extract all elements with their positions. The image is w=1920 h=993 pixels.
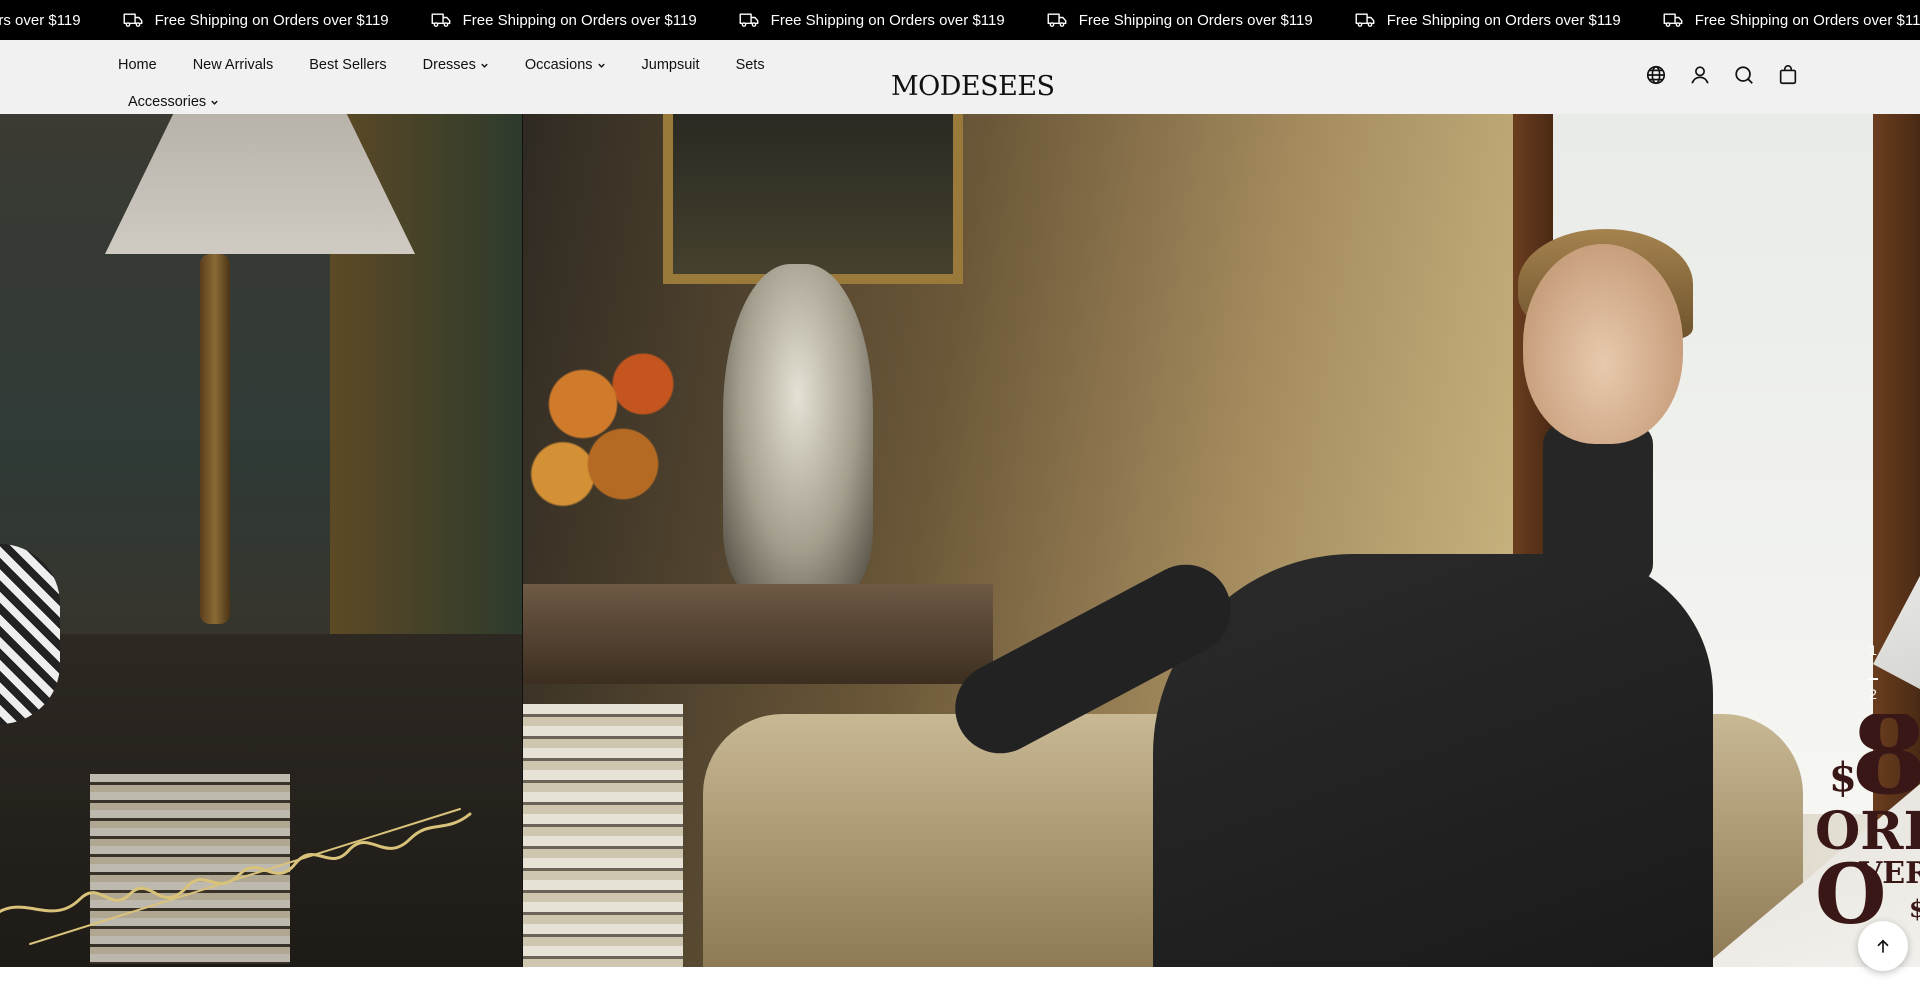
nav-item-label: Home	[118, 57, 157, 73]
nav-item-accessories[interactable]: Accessories	[128, 94, 219, 110]
nav-item-label: Best Sellers	[309, 57, 387, 73]
account-icon[interactable]	[1689, 64, 1711, 86]
nav-item-label: Accessories	[128, 94, 207, 110]
nav-item-home[interactable]: Home	[118, 57, 157, 73]
arrow-up-icon	[1877, 939, 1889, 953]
model-face-image	[1523, 244, 1683, 444]
wall-painting-image	[663, 114, 963, 284]
vase-lamp-image	[723, 264, 873, 594]
model-turtleneck-image	[1543, 424, 1653, 584]
pager-item-2[interactable]: 2	[1862, 686, 1884, 706]
header-actions	[1645, 64, 1821, 86]
truck-icon	[123, 13, 143, 27]
hero-slide-active[interactable]	[523, 114, 1920, 967]
back-to-top-button[interactable]	[1858, 921, 1908, 971]
chevron-down-icon	[597, 63, 605, 68]
nav-item-label: Jumpsuit	[641, 57, 700, 73]
side-table-image	[523, 584, 993, 684]
nav-item-dresses[interactable]: Dresses	[423, 57, 489, 73]
announcement-text: Free Shipping on Orders over $119	[462, 11, 697, 29]
hero-carousel[interactable]: $ 80 ORD VER O $ 1 2	[0, 114, 1920, 967]
chevron-down-icon	[211, 100, 218, 105]
announcement-text: Free Shipping on Orders over $119	[1078, 11, 1313, 29]
chevron-down-icon	[481, 63, 488, 68]
nav-item-sets[interactable]: Sets	[736, 57, 765, 73]
flowers-image	[523, 324, 723, 524]
nav-item-label: Dresses	[422, 57, 476, 73]
nav-item-jumpsuit[interactable]: Jumpsuit	[642, 57, 700, 73]
nav-row-primary: Home New Arrivals Best Sellers Dresses Occas…	[118, 48, 818, 82]
nav-item-occasions[interactable]: Occasions	[525, 57, 606, 73]
announcement-text: Free Shipping on Orders over $119	[1694, 11, 1920, 29]
promo-overlay: $ 80 ORD VER O $	[1815, 714, 1920, 934]
truck-icon	[1047, 13, 1067, 27]
truck-icon	[1355, 13, 1375, 27]
globe-icon[interactable]	[1645, 64, 1667, 86]
announcement-item: ers over $119	[0, 12, 81, 29]
announcement-text: Free Shipping on Orders over $119	[154, 11, 389, 29]
cart-icon[interactable]	[1777, 64, 1799, 86]
announcement-item: Free Shipping on Orders over $119	[123, 12, 389, 29]
search-icon[interactable]	[1733, 64, 1755, 86]
promo-line4: $	[1909, 894, 1920, 923]
model-dress-image	[1153, 554, 1713, 967]
nav-item-label: New Arrivals	[192, 57, 274, 73]
announcement-item: Free Shipping on Orders over $119	[1663, 12, 1920, 29]
book-stack-image	[523, 704, 683, 967]
announcement-item: Free Shipping on Orders over $119	[1047, 12, 1313, 29]
carousel-pager: 1 2	[1862, 642, 1884, 706]
truck-icon	[1663, 13, 1683, 27]
announcement-bar: ers over $119 Free Shipping on Orders ove…	[0, 0, 1920, 40]
truck-icon	[431, 13, 451, 27]
announcement-item: Free Shipping on Orders over $119	[739, 12, 1005, 29]
site-logo[interactable]: MODESEES	[891, 50, 1055, 100]
announcement-text: Free Shipping on Orders over $119	[1386, 11, 1621, 29]
truck-icon	[739, 13, 759, 27]
nav-item-label: Sets	[735, 57, 765, 73]
lamp-stem-image	[200, 254, 230, 624]
announcement-item: Free Shipping on Orders over $119	[1355, 12, 1621, 29]
main-nav: Home New Arrivals Best Sellers Dresses Occas…	[118, 48, 818, 119]
nav-item-new-arrivals[interactable]: New Arrivals	[193, 57, 274, 73]
logo-text: MODESEES	[891, 71, 1055, 102]
announcement-item: Free Shipping on Orders over $119	[431, 12, 697, 29]
announcement-text: Free Shipping on Orders over $119	[770, 11, 1005, 29]
nav-item-best-sellers[interactable]: Best Sellers	[309, 57, 386, 73]
promo-amount: 80	[1851, 714, 1920, 819]
hero-slide-previous[interactable]	[0, 114, 522, 967]
site-header: Home New Arrivals Best Sellers Dresses Occas…	[0, 40, 1920, 114]
announcement-text: ers over $119	[0, 11, 81, 29]
shop-now-script[interactable]	[0, 714, 510, 967]
pager-active-bar	[1868, 678, 1878, 680]
nav-item-label: Occasions	[524, 57, 593, 73]
announcement-track: ers over $119 Free Shipping on Orders ove…	[0, 0, 1920, 40]
pager-item-1[interactable]: 1	[1862, 642, 1884, 662]
page-below-fold	[0, 967, 1920, 993]
